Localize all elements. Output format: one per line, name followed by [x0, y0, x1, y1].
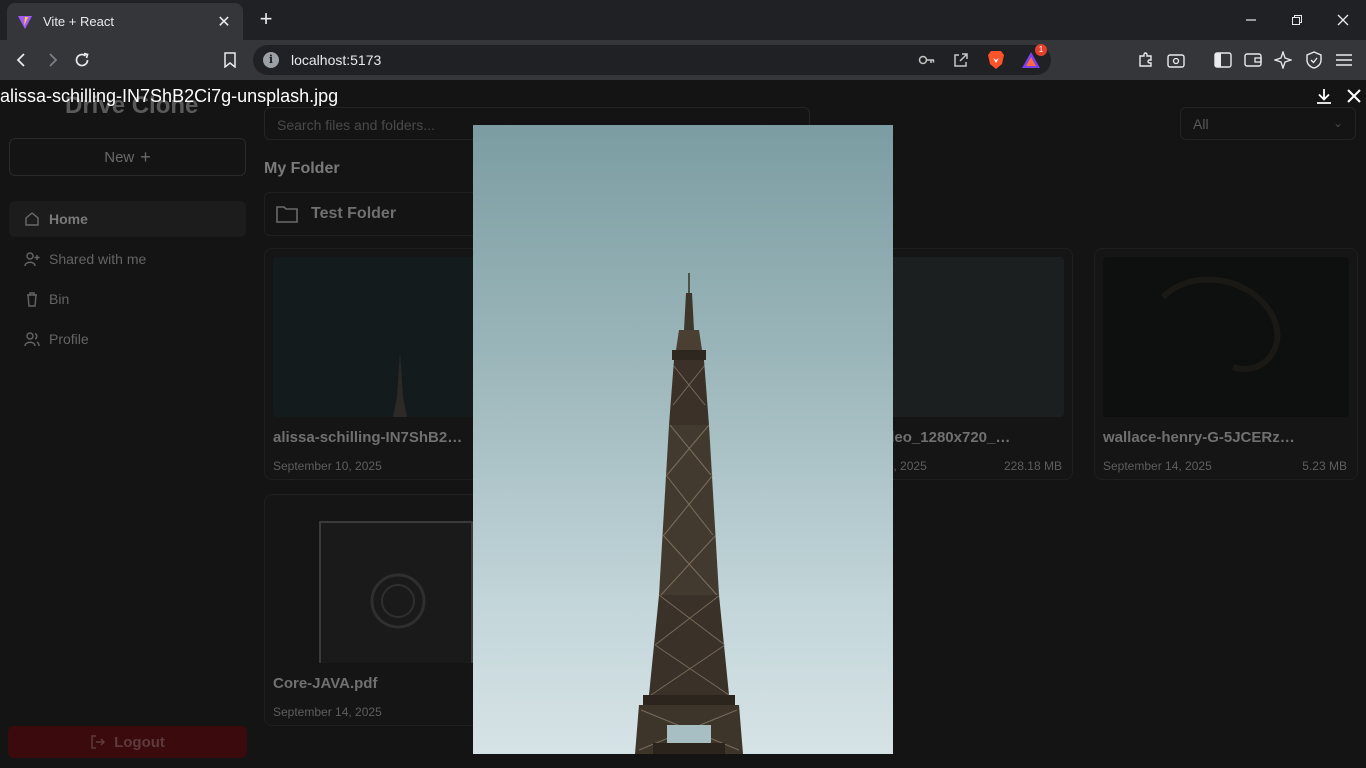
back-button[interactable]	[10, 48, 34, 72]
file-date: September 14, 2025	[273, 705, 382, 719]
download-button[interactable]	[1312, 84, 1336, 108]
file-name: alissa-schilling-IN7ShB2Ci7g-unsplash.jp…	[273, 429, 469, 446]
file-card[interactable]: wallace-henry-G-5JCERzbE8-unsplash.jpg S…	[1094, 248, 1358, 480]
leo-sparkle-button[interactable]	[1271, 48, 1295, 72]
new-button-label: New	[104, 148, 135, 166]
trash-icon	[27, 292, 37, 307]
extensions-button[interactable]	[1134, 48, 1158, 72]
puzzle-icon	[1139, 52, 1152, 67]
close-preview-button[interactable]	[1342, 84, 1366, 108]
sidebar: Drive Clone New + Home Shared with me Bi…	[0, 80, 256, 768]
share-button[interactable]	[949, 48, 973, 72]
bookmark-icon	[224, 52, 236, 68]
wallet-icon	[1244, 53, 1262, 67]
brave-rewards-button[interactable]: 1	[1019, 44, 1047, 72]
user-plus-icon	[24, 252, 40, 267]
site-info-icon[interactable]: i	[263, 52, 279, 68]
sidebar-item-shared[interactable]: Shared with me	[9, 241, 246, 277]
minimize-icon	[1246, 19, 1256, 21]
notification-badge: 1	[1035, 44, 1047, 56]
chevron-down-icon: ⌄	[1332, 116, 1343, 130]
close-window-icon	[1337, 14, 1349, 26]
preview-header: alissa-schilling-IN7ShB2Ci7g-unsplash.jp…	[0, 80, 1366, 112]
new-button[interactable]: New +	[9, 138, 246, 176]
vite-logo-icon	[18, 15, 32, 29]
close-window-button[interactable]	[1320, 0, 1366, 40]
close-tab-icon[interactable]: ✕	[215, 13, 233, 31]
restore-button[interactable]	[1274, 0, 1320, 40]
plus-icon: +	[140, 146, 151, 167]
file-name: Core-JAVA.pdf	[273, 675, 378, 692]
filter-value: All	[1193, 116, 1209, 132]
close-icon	[1347, 89, 1361, 103]
file-name: wallace-henry-G-5JCERzbE8-unsplash.jpg	[1103, 429, 1299, 446]
file-date: September 10, 2025	[273, 459, 382, 473]
sidebar-item-label: Bin	[49, 291, 70, 307]
seal-icon	[370, 573, 426, 629]
sidebar-icon	[1214, 52, 1232, 68]
download-icon	[1317, 89, 1331, 104]
section-title: My Folder	[264, 160, 340, 177]
bookmark-button[interactable]	[218, 48, 242, 72]
arrow-right-icon	[49, 53, 58, 67]
folder-icon	[276, 206, 298, 223]
new-tab-button[interactable]: +	[255, 8, 277, 31]
logout-button[interactable]: Logout	[8, 726, 247, 758]
users-icon	[24, 332, 40, 347]
arrow-left-icon	[16, 53, 25, 67]
file-size: 5.23 MB	[1302, 459, 1347, 473]
password-key-button[interactable]	[915, 48, 939, 72]
folder-name: Test Folder	[311, 205, 397, 222]
brave-lion-icon	[988, 51, 1004, 69]
vpn-button[interactable]	[1302, 48, 1326, 72]
sidebar-item-label: Shared with me	[49, 251, 147, 267]
address-bar[interactable]: i localhost:5173 1	[253, 44, 1051, 75]
brave-shields-button[interactable]	[984, 48, 1008, 72]
sidebar-item-profile[interactable]: Profile	[9, 321, 246, 357]
browser-window: Vite + React ✕ + i localhost:5173 1 Driv…	[0, 0, 1366, 768]
sparkle-icon	[1274, 51, 1292, 69]
pdf-page-preview	[319, 521, 473, 663]
reload-icon	[75, 52, 89, 67]
share-icon	[954, 53, 968, 67]
dark-photo-thumbnail-image	[1160, 276, 1281, 372]
tab-title: Vite + React	[43, 14, 114, 29]
file-thumbnail	[1103, 257, 1349, 417]
sidebar-toggle-button[interactable]	[1211, 48, 1235, 72]
sidebar-item-home[interactable]: Home	[9, 201, 246, 237]
key-icon	[918, 55, 935, 65]
restore-icon	[1292, 15, 1302, 25]
minimize-button[interactable]	[1228, 0, 1274, 40]
sidebar-item-label: Home	[49, 211, 88, 227]
browser-tab[interactable]: Vite + React ✕	[7, 3, 243, 40]
forward-button[interactable]	[40, 48, 64, 72]
preview-image	[473, 125, 893, 754]
window-search-icon	[1167, 54, 1185, 68]
preview-filename: alissa-schilling-IN7ShB2Ci7g-unsplash.jp…	[0, 86, 339, 106]
eiffel-tower-image	[635, 273, 743, 754]
url-text[interactable]: localhost:5173	[291, 52, 381, 68]
folder-item[interactable]: Test Folder	[264, 192, 494, 236]
logout-label: Logout	[114, 733, 165, 751]
shield-icon	[1306, 51, 1322, 69]
reload-button[interactable]	[70, 48, 94, 72]
menu-button[interactable]	[1332, 48, 1356, 72]
file-date: September 14, 2025	[1103, 459, 1212, 473]
file-size: 228.18 MB	[1003, 459, 1062, 473]
wallet-button[interactable]	[1241, 48, 1265, 72]
tab-strip: Vite + React ✕ +	[0, 0, 1366, 40]
leo-ai-button[interactable]	[1164, 48, 1188, 72]
sidebar-item-bin[interactable]: Bin	[9, 281, 246, 317]
sidebar-item-label: Profile	[49, 331, 89, 347]
home-icon	[25, 212, 39, 226]
hamburger-menu-icon	[1336, 54, 1352, 66]
logout-icon	[91, 735, 106, 749]
